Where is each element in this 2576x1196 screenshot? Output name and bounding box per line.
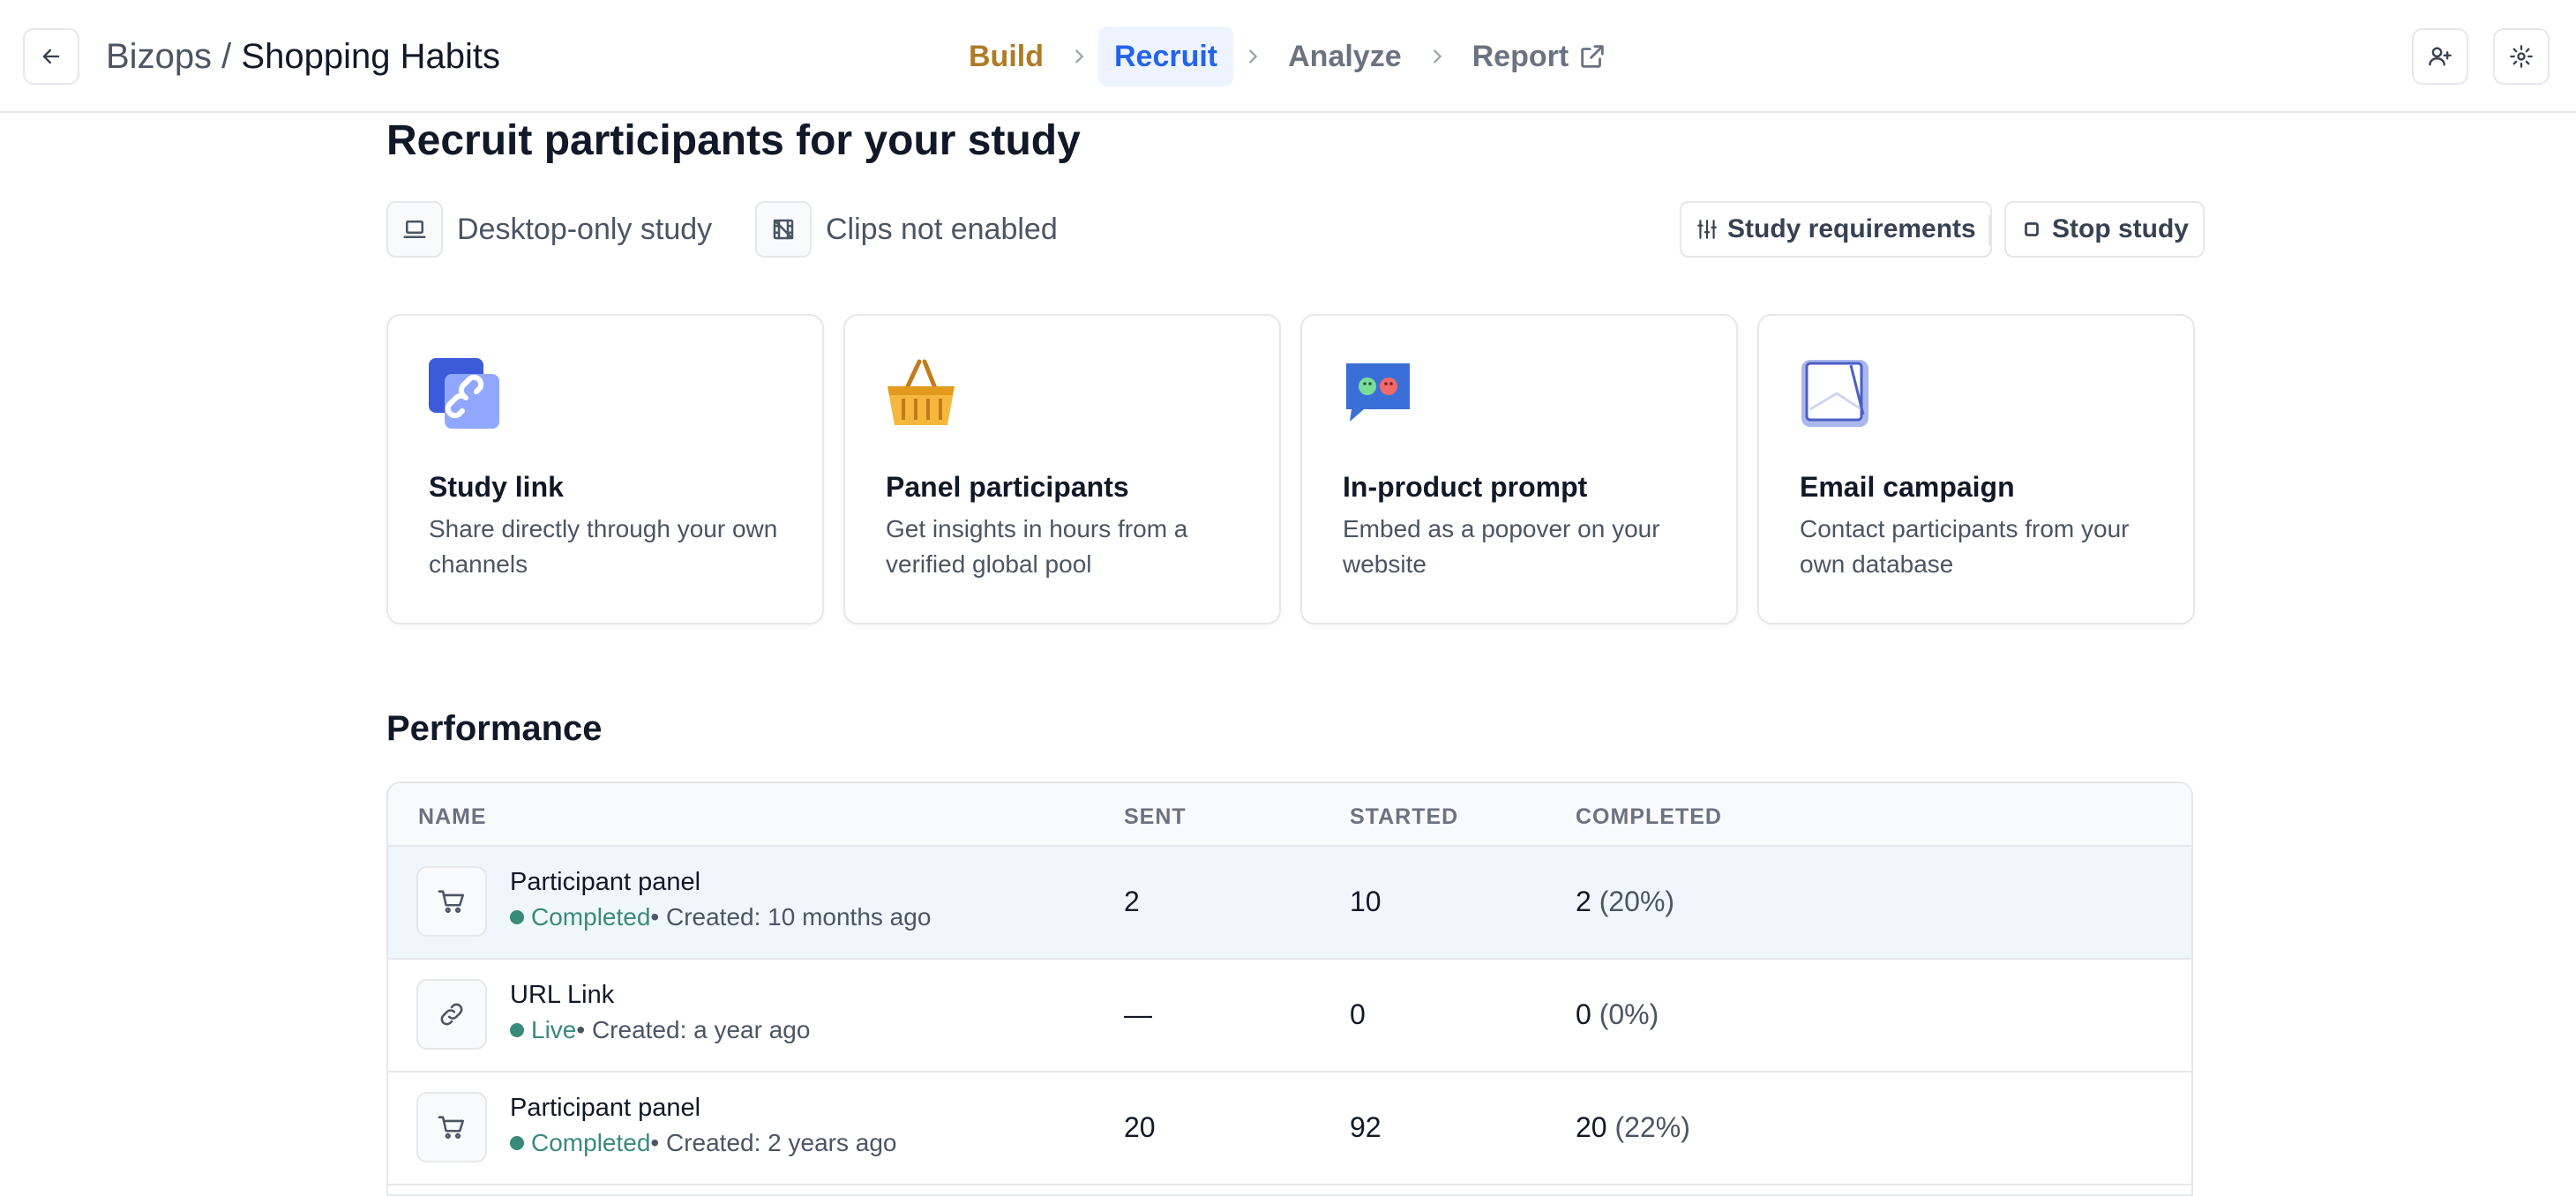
clips-attribute: Clips not enabled	[755, 201, 1058, 258]
laptop-icon	[386, 201, 443, 258]
step-report[interactable]: Report	[1456, 26, 1624, 86]
cart-icon	[416, 1092, 487, 1162]
row-created: • Created: 10 months ago	[650, 903, 932, 931]
breadcrumb-org[interactable]: Bizops	[106, 37, 212, 76]
channel-title: Email campaign	[1800, 471, 2015, 503]
column-header-sent[interactable]: SENT	[1124, 804, 1187, 830]
film-off-icon	[755, 201, 812, 258]
sliders-icon	[1697, 220, 1717, 239]
invite-collaborator-button[interactable]	[2412, 28, 2468, 85]
channel-description: Share directly through your own channels	[429, 515, 778, 578]
row-completed-count: 0	[1576, 998, 1591, 1030]
performance-table: NAME SENT STARTED COMPLETED Participant …	[386, 781, 2193, 1196]
status-dot	[510, 910, 524, 924]
step-recruit[interactable]: Recruit	[1097, 26, 1234, 86]
desktop-only-attribute: Desktop-only study	[386, 201, 712, 258]
row-completed-percent: (0%)	[1591, 998, 1659, 1030]
row-started: 10	[1350, 886, 1382, 917]
channel-title: In-product prompt	[1343, 471, 1588, 503]
cart-icon	[416, 866, 487, 937]
row-meta: Completed • Created: 10 months ago	[510, 903, 931, 931]
step-report-label: Report	[1471, 39, 1569, 73]
table-header: NAME SENT STARTED COMPLETED	[388, 783, 2191, 847]
workflow-steps: Build Recruit Analyze Report	[953, 26, 1623, 86]
row-created: • Created: 2 years ago	[650, 1129, 897, 1156]
step-analyze[interactable]: Analyze	[1272, 26, 1418, 86]
channel-card-panel-participants[interactable]: Panel participants Get insights in hours…	[843, 314, 1281, 624]
step-build-label: Build	[969, 39, 1044, 73]
column-header-completed[interactable]: COMPLETED	[1576, 804, 1722, 830]
table-row[interactable]: Participant panel Completed • Created: 2…	[388, 1073, 2191, 1185]
row-created: • Created: a year ago	[576, 1016, 811, 1043]
channel-card-email-campaign[interactable]: Email campaign Contact participants from…	[1757, 314, 2195, 624]
row-name: Participant panel	[510, 1094, 701, 1122]
row-completed-percent: (22%)	[1606, 1111, 1690, 1143]
breadcrumb: Bizops / Shopping Habits	[106, 32, 500, 81]
table-row[interactable]: URL Link Live • Created: a year ago — 0 …	[388, 960, 2191, 1073]
gear-icon	[2510, 45, 2533, 68]
row-meta: Completed • Created: 2 years ago	[510, 1129, 896, 1157]
chevron-right-icon	[1060, 47, 1098, 66]
clips-label: Clips not enabled	[826, 212, 1058, 246]
row-started: 92	[1350, 1111, 1382, 1143]
row-completed: 2 (20%)	[1576, 886, 1674, 918]
status-badge: Completed	[531, 903, 651, 931]
divider	[1988, 215, 1990, 245]
back-button[interactable]	[23, 28, 79, 85]
channel-description: Get insights in hours from a verified gl…	[886, 515, 1188, 578]
step-recruit-label: Recruit	[1113, 39, 1218, 73]
status-badge: Completed	[531, 1129, 651, 1156]
desktop-only-label: Desktop-only study	[457, 212, 713, 246]
chevron-right-icon	[1233, 47, 1272, 66]
status-badge: Live	[531, 1016, 577, 1043]
row-name: URL Link	[510, 981, 615, 1009]
study-requirements-label: Study requirements	[1727, 214, 1976, 243]
row-completed-count: 20	[1576, 1111, 1607, 1143]
channel-description: Contact participants from your own datab…	[1800, 515, 2130, 578]
stop-study-button[interactable]: Stop study	[2004, 201, 2205, 258]
breadcrumb-study: Shopping Habits	[241, 37, 500, 76]
row-sent: 2	[1124, 886, 1140, 917]
row-completed: 0 (0%)	[1576, 998, 1659, 1031]
row-started: 0	[1350, 998, 1366, 1030]
row-name: Participant panel	[510, 868, 701, 896]
page-title: Recruit participants for your study	[386, 117, 1081, 164]
envelope-illustration-icon	[1801, 360, 1868, 427]
table-row[interactable]: Participant panel Completed • Created: 1…	[388, 847, 2191, 960]
study-requirements-button[interactable]: Study requirements	[1680, 201, 1992, 258]
row-sent: —	[1124, 998, 1152, 1030]
performance-heading: Performance	[386, 709, 603, 748]
channel-title: Panel participants	[886, 471, 1129, 503]
row-completed-count: 2	[1576, 886, 1591, 917]
step-build[interactable]: Build	[953, 26, 1060, 86]
channel-title: Study link	[429, 471, 564, 503]
row-completed: 20 (22%)	[1576, 1111, 1690, 1144]
column-header-started[interactable]: STARTED	[1350, 804, 1458, 830]
step-analyze-label: Analyze	[1288, 39, 1402, 73]
arrow-left-icon	[42, 49, 60, 64]
stop-icon	[2025, 222, 2039, 236]
stop-study-label: Stop study	[2052, 214, 2189, 243]
top-bar: Bizops / Shopping Habits Build Recruit A…	[0, 0, 2576, 113]
row-completed-percent: (20%)	[1591, 886, 1675, 917]
channel-card-study-link[interactable]: Study link Share directly through your o…	[386, 314, 824, 624]
external-link-icon	[1581, 45, 1604, 68]
channel-description: Embed as a popover on your website	[1343, 515, 1660, 578]
link-illustration-icon	[429, 358, 499, 429]
link-icon	[416, 979, 487, 1050]
row-meta: Live • Created: a year ago	[510, 1016, 810, 1044]
row-sent: 20	[1124, 1111, 1156, 1143]
basket-illustration-icon	[887, 359, 955, 425]
user-plus-icon	[2429, 47, 2452, 66]
status-dot	[510, 1136, 524, 1150]
chat-bubble-illustration-icon	[1346, 363, 1410, 422]
breadcrumb-separator: /	[212, 37, 242, 76]
channel-card-in-product-prompt[interactable]: In-product prompt Embed as a popover on …	[1300, 314, 1738, 624]
column-header-name[interactable]: NAME	[418, 804, 487, 830]
status-dot	[510, 1023, 524, 1037]
settings-button[interactable]	[2493, 28, 2550, 85]
chevron-right-icon	[1418, 47, 1456, 66]
